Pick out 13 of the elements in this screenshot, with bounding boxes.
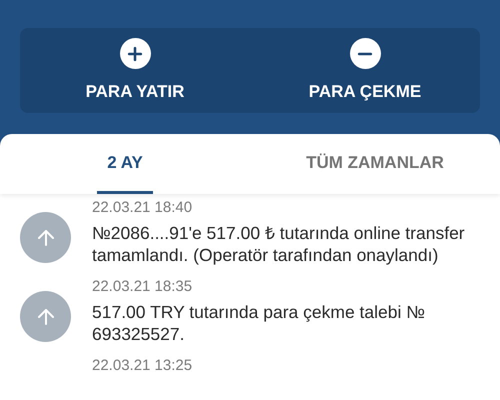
action-button[interactable]: PARA YATIR	[20, 28, 250, 113]
plus-icon	[120, 38, 150, 69]
tab[interactable]: 2 AY	[97, 134, 153, 194]
arrow-up-icon	[20, 212, 71, 263]
transaction-date: 22.03.21 13:25	[92, 357, 194, 375]
transaction-text: 517.00 TRY tutarında para çekme talebi № 693325527.	[92, 301, 426, 345]
tab[interactable]: TÜM ZAMANLAR	[296, 134, 454, 194]
action-button[interactable]: PARA ÇEKME	[250, 28, 480, 113]
arrow-up-icon	[20, 291, 71, 342]
minus-icon	[350, 38, 380, 69]
transaction-text: №2086....91'e 517.00 ₺ tutarında online transfer tamamlandı. (Operatör tarafından onaylandı)	[92, 222, 466, 266]
transaction-date: 22.03.21 18:40	[92, 199, 194, 217]
transaction-date: 22.03.21 18:35	[92, 278, 194, 296]
